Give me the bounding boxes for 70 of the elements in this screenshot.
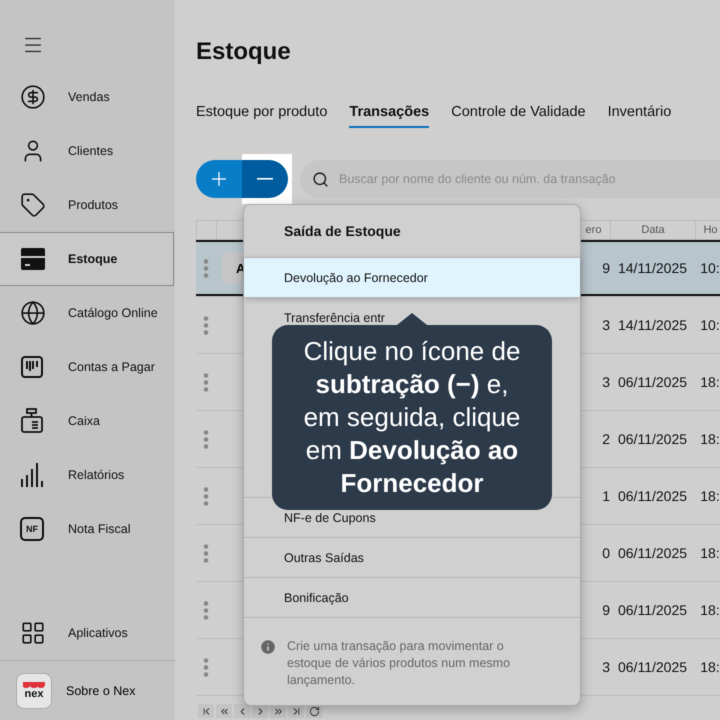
- menu-item[interactable]: Outras Saídas: [244, 537, 580, 577]
- first-page-button[interactable]: [198, 704, 214, 718]
- sidebar-item[interactable]: Catálogo Online: [0, 286, 174, 340]
- grid-icon: [20, 620, 46, 646]
- table-cell-text: 3: [601, 316, 610, 335]
- sidebar-item[interactable]: Contas a Pagar: [0, 340, 174, 394]
- sidebar-item[interactable]: Estoque: [0, 232, 174, 286]
- logo: nex: [16, 672, 52, 708]
- tab[interactable]: Estoque por produto: [196, 104, 328, 128]
- table-cell-text: 14/11/2025: [616, 316, 688, 335]
- left-chevron-button[interactable]: [234, 704, 250, 718]
- nf-icon: NF: [20, 517, 44, 541]
- table-cell-text: 3: [601, 658, 610, 677]
- sidebar-item[interactable]: Vendas: [0, 70, 174, 124]
- table-cell-text: 0: [601, 544, 610, 563]
- table-cell: 10:: [695, 240, 720, 296]
- menu-title: Saída de Estoque: [283, 222, 402, 241]
- menu-item[interactable]: Bonificação: [244, 577, 580, 617]
- sidebar-item[interactable]: Relatórios: [0, 448, 174, 502]
- search-icon: [312, 170, 329, 188]
- table-cell-text: 3: [601, 373, 610, 392]
- table-cell: 14/11/2025: [610, 240, 695, 296]
- subtract-button[interactable]: [242, 160, 288, 198]
- table-cell-text: 06/11/2025: [616, 601, 688, 620]
- tag-icon: [20, 192, 46, 218]
- double-left-button[interactable]: [216, 704, 232, 718]
- dollar-icon: [20, 84, 46, 110]
- sidebar-item[interactable]: Aplicativos: [0, 606, 174, 660]
- cash-register-icon: [20, 408, 44, 434]
- table-cell-text: 9: [601, 601, 610, 620]
- table-cell-text: 2: [601, 430, 610, 449]
- sidebar-item[interactable]: Clientes: [0, 124, 174, 178]
- table-cell-text: 18:: [699, 430, 720, 449]
- table-cell-text: 18:: [699, 601, 720, 620]
- table-cell-text: 06/11/2025: [616, 430, 688, 449]
- tab[interactable]: Controle de Validade: [451, 104, 586, 128]
- search-field[interactable]: Buscar por nome do cliente ou núm. da transação: [300, 160, 720, 198]
- globe-icon: [20, 300, 46, 326]
- table-cell-text: 06/11/2025: [616, 487, 688, 506]
- minus-icon: [257, 178, 273, 180]
- table-cell-text: 06/11/2025: [616, 658, 688, 677]
- table-cell-text: 10:: [699, 316, 720, 335]
- sidebar-item[interactable]: Produtos: [0, 178, 174, 232]
- double-right-icon: [272, 706, 284, 716]
- bar-chart-icon: [20, 462, 44, 488]
- tab[interactable]: Inventário: [608, 104, 672, 128]
- box-icon: [20, 247, 46, 271]
- table-cell-text: 18:: [699, 544, 720, 563]
- refresh-icon: [308, 706, 320, 716]
- info-text: Crie uma transação para movimentar o estoque de vários produtos num mesmo lançamento.: [287, 638, 512, 689]
- table-cell-text: 1: [601, 487, 610, 506]
- barcode-icon: [20, 355, 44, 379]
- sidebar-item[interactable]: NF Nota Fiscal: [0, 502, 174, 556]
- menu-item[interactable]: Devolução ao Fornecedor: [244, 257, 580, 297]
- sidebar-item[interactable]: Caixa: [0, 394, 174, 448]
- last-page-icon: [290, 706, 302, 716]
- tab[interactable]: Transações: [349, 104, 430, 128]
- table-cell-text: 18:: [699, 658, 720, 677]
- search-input[interactable]: Buscar por nome do cliente ou núm. da transação: [337, 171, 720, 187]
- page-title: Estoque: [196, 38, 292, 66]
- table-cell-text: 18:: [699, 373, 720, 392]
- table-cell-text: 18:: [699, 487, 720, 506]
- table-cell-text: 06/11/2025: [616, 373, 688, 392]
- table-cell-text: 06/11/2025: [616, 544, 688, 563]
- info-icon: [259, 638, 277, 656]
- double-left-icon: [218, 706, 230, 716]
- column-header: Data: [610, 221, 695, 239]
- tooltip-text: Clique no ícone de subtração (−) e, em seguida, clique em Devolução ao Fornecedor: [302, 335, 522, 500]
- column-header: Ho: [695, 221, 720, 239]
- about-link[interactable]: Sobre o Nex: [66, 684, 136, 698]
